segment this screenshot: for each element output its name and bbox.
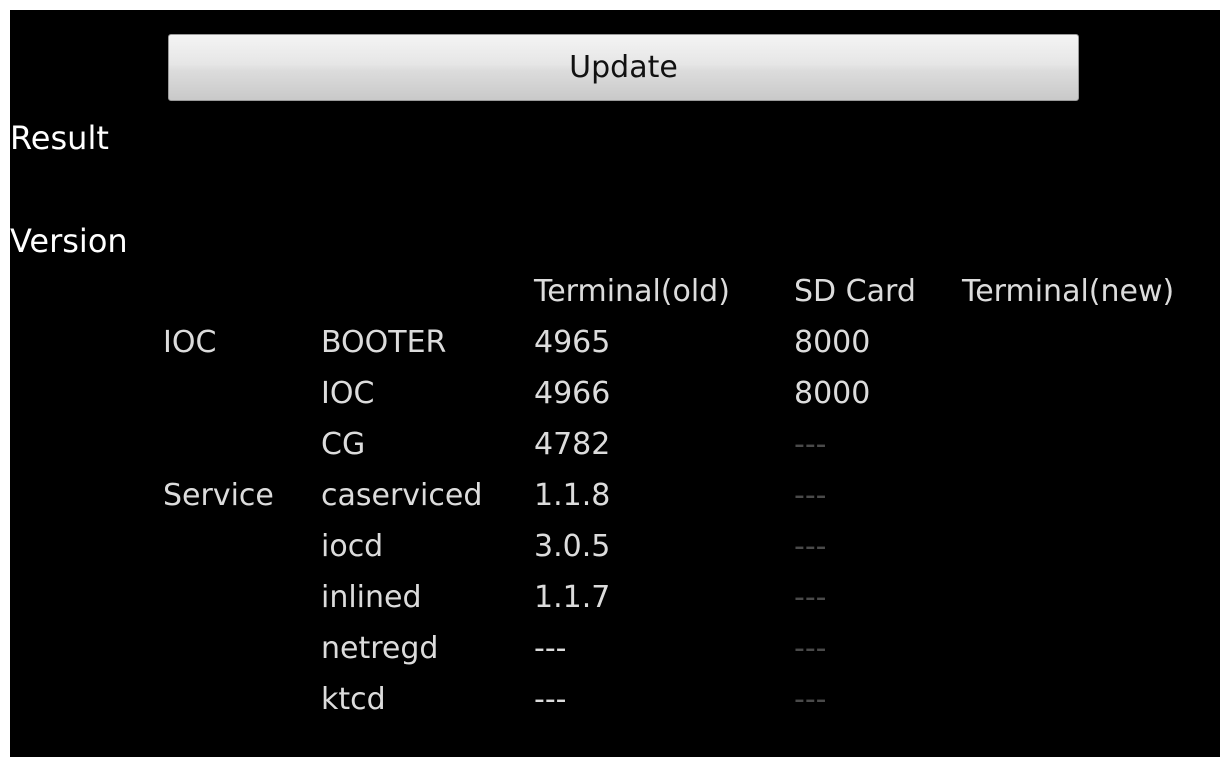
row-terminal-old-value: 1.1.7: [534, 580, 611, 615]
row-name: ktcd: [321, 682, 386, 717]
row-sd-card-value: ---: [794, 580, 827, 615]
row-terminal-old-value: 3.0.5: [534, 529, 611, 564]
row-sd-card-value: ---: [794, 631, 827, 666]
row-name: caserviced: [321, 478, 483, 513]
column-header-terminal-new: Terminal(new): [962, 274, 1175, 309]
row-terminal-old-value: 1.1.8: [534, 478, 611, 513]
row-group-label: Service: [163, 478, 274, 513]
row-terminal-old-value: 4965: [534, 325, 611, 360]
row-name: iocd: [321, 529, 384, 564]
row-name: netregd: [321, 631, 439, 666]
column-header-terminal-old: Terminal(old): [534, 274, 730, 309]
update-button[interactable]: Update: [168, 34, 1079, 101]
row-sd-card-value: ---: [794, 682, 827, 717]
row-terminal-old-value: 4966: [534, 376, 611, 411]
row-terminal-old-value: ---: [534, 682, 567, 717]
row-name: CG: [321, 427, 366, 462]
row-sd-card-value: ---: [794, 478, 827, 513]
app-screen: Update Result Version Terminal(old) SD C…: [10, 10, 1220, 757]
row-sd-card-value: 8000: [794, 325, 871, 360]
row-sd-card-value: ---: [794, 529, 827, 564]
result-label: Result: [10, 119, 109, 157]
row-sd-card-value: ---: [794, 427, 827, 462]
version-label: Version: [10, 222, 128, 260]
row-terminal-old-value: ---: [534, 631, 567, 666]
column-header-sd-card: SD Card: [794, 274, 916, 309]
row-group-label: IOC: [163, 325, 217, 360]
row-name: IOC: [321, 376, 375, 411]
row-name: inlined: [321, 580, 422, 615]
update-button-label: Update: [569, 50, 678, 85]
row-name: BOOTER: [321, 325, 447, 360]
row-sd-card-value: 8000: [794, 376, 871, 411]
row-terminal-old-value: 4782: [534, 427, 611, 462]
